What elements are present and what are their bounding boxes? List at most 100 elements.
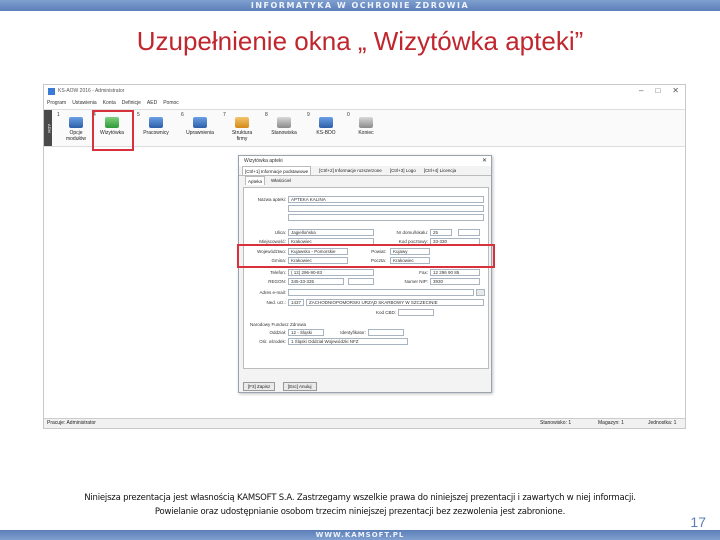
nazwa-input-line3[interactable]: [288, 214, 484, 221]
company-structure-icon: [235, 117, 249, 128]
menu-konta[interactable]: Konta: [103, 99, 116, 108]
toolbar-button-number: 8: [265, 112, 268, 118]
kod-cbd-input[interactable]: [398, 309, 434, 316]
label-nip: Numer NIP:: [404, 279, 428, 284]
save-button[interactable]: [F3] Zapisz: [243, 382, 276, 391]
toolbar-button-label: Stanowiska: [271, 130, 297, 136]
label-email: Adres e-mail:: [259, 290, 286, 295]
toolbar-side-label: ADM: [44, 110, 52, 146]
regon-input-ext[interactable]: [348, 278, 374, 285]
menu-definicje[interactable]: Definicje: [122, 99, 141, 108]
subtab-wlasciciel[interactable]: Właściciel: [271, 176, 291, 185]
telefon-input[interactable]: ( 12) 296-90-83: [288, 269, 374, 276]
status-user: Pracuje: Administrator: [47, 420, 96, 426]
tab-extended-info[interactable]: [Ctrl+2] Informacje rozszerzone: [319, 166, 382, 175]
nfz-section-title: Narodowy Fundusz Zdrowia: [250, 322, 307, 327]
osrodek-select[interactable]: 1 Śląski Oddział Wojewódzki NFZ: [288, 338, 408, 345]
permissions-icon: [193, 117, 207, 128]
menu-ustawienia[interactable]: Ustawienia: [72, 99, 96, 108]
app-window: KS-AOW 2016 - Administrator – □ ✕ Progra…: [43, 84, 686, 429]
email-action-button[interactable]: [476, 289, 485, 296]
app-logo-icon: [48, 88, 55, 95]
slide-title: Uzupełnienie okna „ Wizytówka apteki”: [136, 26, 584, 56]
business-card-dialog: Wizytówka apteki ✕ [Ctrl+1] Informacje p…: [237, 155, 495, 393]
workstations-icon: [277, 117, 291, 128]
menu-aed[interactable]: AED: [147, 99, 157, 108]
status-store: Magazyn: 1: [598, 420, 624, 426]
ulica-input[interactable]: Jagiellońska: [288, 229, 374, 236]
bottom-banner-text: WWW.KAMSOFT.PL: [315, 531, 405, 539]
tab-logo[interactable]: [Ctrl+3] Logo: [390, 166, 416, 175]
label-regon: REGON:: [268, 279, 286, 284]
app-title: KS-AOW 2016 - Administrator: [58, 88, 125, 94]
toolbar-button-number: 0: [347, 112, 350, 118]
toolbar-button-label: Struktura firmy: [231, 130, 253, 142]
label-fax: Fax:: [419, 270, 428, 275]
label-nazwa: Nazwa apteki:: [257, 197, 286, 202]
toolbar-button-3[interactable]: 5 Pracownicy: [136, 112, 176, 146]
nip-input[interactable]: 3930: [430, 278, 480, 285]
toolbar-button-label: Opcje modułów: [65, 130, 86, 142]
exit-icon: [359, 117, 373, 128]
top-banner-text: INFORMATYKA W OCHRONIE ZDROWIA: [250, 1, 470, 10]
highlight-address-fields: [237, 244, 495, 268]
cancel-button[interactable]: [Esc] Anuluj: [283, 382, 317, 391]
dialog-subtabs: Apteka Właściciel: [239, 176, 491, 185]
nazwa-input-line2[interactable]: [288, 205, 484, 212]
top-banner: INFORMATYKA W OCHRONIE ZDROWIA: [0, 0, 720, 11]
minimize-button[interactable]: –: [639, 86, 643, 96]
label-ulica: Ulica:: [274, 230, 286, 235]
status-station: Stanowisko: 1: [540, 420, 572, 426]
status-bar: Pracuje: Administrator Stanowisko: 1 Mag…: [44, 418, 685, 428]
toolbar-button-label: Uprawnienia: [186, 130, 214, 136]
identyfikator-input[interactable]: [368, 329, 404, 336]
toolbar-button-7[interactable]: 9 KS-BDO: [306, 112, 346, 146]
urzad-select[interactable]: ZACHODNIOPOMORSKI URZĄD SKARBOWY W SZCZE…: [306, 299, 484, 306]
toolbar-button-label: KS-BDO: [316, 130, 336, 136]
nr-domu-input[interactable]: 25: [430, 229, 452, 236]
app-title-bar: KS-AOW 2016 - Administrator – □ ✕: [44, 85, 685, 98]
urzad-code-input[interactable]: 1437: [288, 299, 304, 306]
dialog-form: Nazwa apteki: APTEKA KALINA Ulica: Jagie…: [243, 187, 489, 369]
subtab-apteka[interactable]: Apteka: [245, 176, 266, 185]
dialog-tabs: [Ctrl+1] Informacje podstawowe [Ctrl+2] …: [239, 166, 491, 176]
tab-license[interactable]: [Ctrl+4] Licencja: [424, 166, 456, 175]
toolbar-button-8[interactable]: 0 Koniec: [346, 112, 386, 146]
regon-input[interactable]: 345-33-335: [288, 278, 344, 285]
toolbar-button-1[interactable]: 1 Opcje modułów: [56, 112, 96, 146]
nr-lokalu-input[interactable]: [458, 229, 480, 236]
label-telefon: Telefon:: [270, 270, 286, 275]
menu-program[interactable]: Program: [47, 99, 66, 108]
tab-basic-info[interactable]: [Ctrl+1] Informacje podstawowe: [242, 166, 312, 175]
toolbar-button-6[interactable]: 8 Stanowiska: [264, 112, 304, 146]
toolbar-button-number: 5: [137, 112, 140, 118]
nazwa-input[interactable]: APTEKA KALINA: [288, 196, 484, 203]
footnote-line-2: Powielanie oraz udostępnianie osobom trz…: [154, 507, 566, 517]
status-unit: Jednostka: 1: [648, 420, 677, 426]
toolbar-button-number: 9: [307, 112, 310, 118]
label-kod-cbd: Kod CBD:: [375, 310, 396, 315]
close-window-button[interactable]: ✕: [672, 86, 679, 96]
bottom-banner: WWW.KAMSOFT.PL: [0, 530, 720, 540]
dialog-close-icon[interactable]: ✕: [482, 156, 487, 166]
menu-bar: Program Ustawienia Konta Definicje AED P…: [44, 99, 685, 108]
maximize-button[interactable]: □: [655, 86, 660, 96]
label-oddzial: Oddział:: [269, 330, 286, 335]
footnote: Niniejsza prezentacja jest własnością KA…: [0, 491, 720, 519]
toolbar-button-5[interactable]: 7 Struktura firmy: [222, 112, 262, 146]
label-identyfikator: Identyfikator:: [340, 330, 366, 335]
dialog-title: Wizytówka apteki: [244, 158, 283, 164]
oddzial-select[interactable]: 12 - Śląski: [288, 329, 324, 336]
menu-pomoc[interactable]: Pomoc: [163, 99, 179, 108]
toolbar: ADM 1 Opcje modułów 4 Wizytówka 5 Pracownicy 6…: [44, 109, 685, 147]
employees-icon: [149, 117, 163, 128]
email-input[interactable]: [288, 289, 474, 296]
label-nr-domu: Nr domu/lokalu:: [396, 230, 428, 235]
options-icon: [69, 117, 83, 128]
page-number: 17: [690, 514, 706, 530]
fax-input[interactable]: 12 296 90 85: [430, 269, 480, 276]
toolbar-button-label: Pracownicy: [143, 130, 169, 136]
toolbar-button-number: 1: [57, 112, 60, 118]
bdo-icon: [319, 117, 333, 128]
toolbar-button-4[interactable]: 6 Uprawnienia: [180, 112, 220, 146]
